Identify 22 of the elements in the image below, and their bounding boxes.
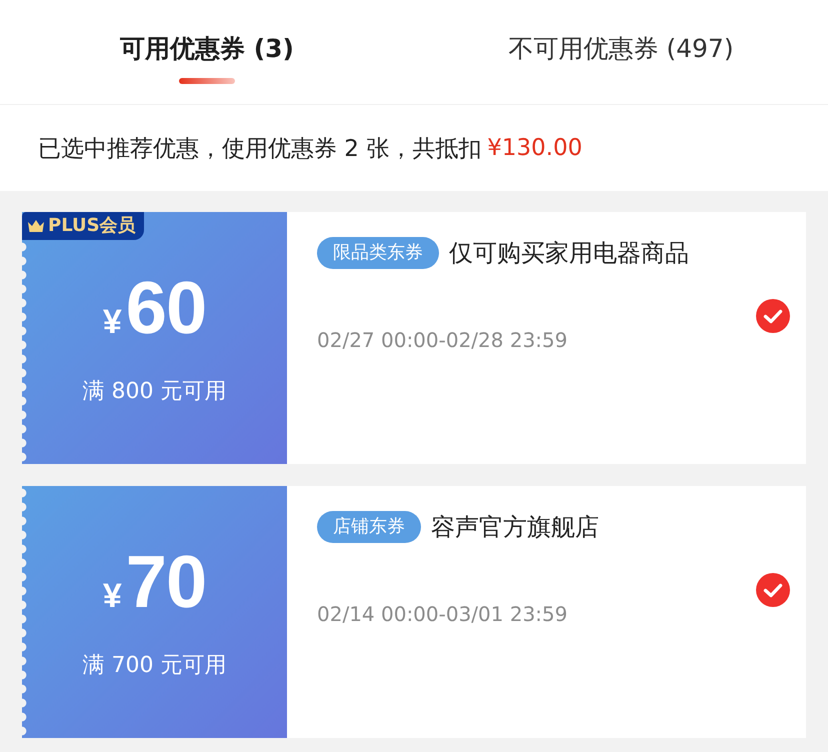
coupon-type-tag: 店铺东券 [317, 511, 421, 543]
usage-condition: 满 700 元可用 [82, 652, 226, 680]
coupon-scope: 仅可购买家用电器商品 [449, 238, 689, 269]
currency-symbol: ¥ [102, 305, 122, 339]
coupon-tab[interactable]: 不可用优惠券 (497) [504, 0, 738, 84]
member-badge: PLUS会员 [22, 212, 144, 240]
validity-period: 02/14 00:00-03/01 23:59 [317, 601, 568, 627]
coupon-amount: 60 [126, 272, 206, 344]
checkmark-icon[interactable] [756, 299, 790, 333]
coupon-tab[interactable]: 可用优惠券 (3) [116, 0, 298, 84]
coupon-scope: 容声官方旗舰店 [431, 512, 599, 543]
coupon-card[interactable]: PLUS会员 ¥60 满 800 元可用 限品类东券 仅可购买家用电器商品 02/27 00:00-02/28 23:59 [22, 212, 806, 464]
discount-amount: ¥130.00 [487, 135, 582, 161]
checkmark-icon[interactable] [756, 573, 790, 607]
currency-symbol: ¥ [102, 579, 122, 613]
coupon-amount: 70 [126, 546, 206, 618]
usage-condition: 满 800 元可用 [82, 378, 226, 406]
coupon-type-tag: 限品类东券 [317, 237, 439, 269]
summary-text: 已选中推荐优惠，使用优惠券 2 张，共抵扣 [38, 134, 482, 164]
coupon-card[interactable]: ¥70 满 700 元可用 店铺东券 容声官方旗舰店 02/14 00:00-03/01 23:59 [22, 486, 806, 738]
validity-period: 02/27 00:00-02/28 23:59 [317, 327, 568, 353]
crown-icon [28, 220, 44, 232]
